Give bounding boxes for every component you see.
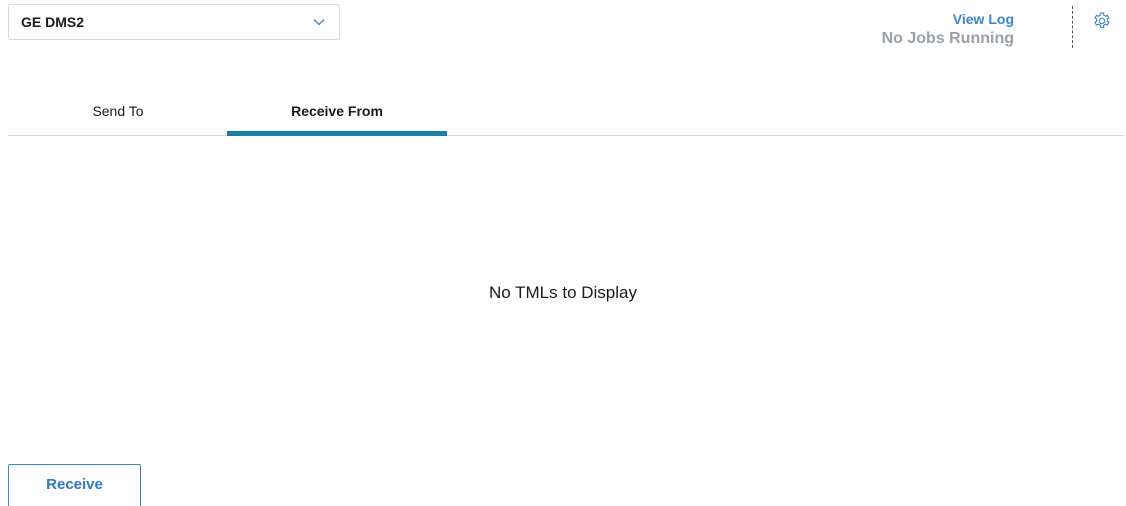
- device-dropdown[interactable]: GE DMS2: [8, 4, 340, 40]
- tab-receive-from[interactable]: Receive From: [227, 86, 447, 136]
- chevron-down-icon: [312, 15, 326, 29]
- empty-state-message: No TMLs to Display: [488, 283, 637, 302]
- tab-bar: Send To Receive From: [8, 86, 1124, 136]
- jobs-status-text: No Jobs Running: [881, 30, 1014, 47]
- tab-send-to[interactable]: Send To: [8, 86, 228, 135]
- page: GE DMS2 View Log No Jobs Running Send To…: [0, 0, 1126, 506]
- jobs-panel: View Log No Jobs Running: [882, 10, 1014, 49]
- receive-button[interactable]: Receive: [8, 464, 141, 506]
- view-log-link[interactable]: View Log: [882, 10, 1014, 28]
- gear-icon[interactable]: [1092, 11, 1112, 31]
- device-dropdown-value: GE DMS2: [21, 14, 85, 30]
- header-divider: [1072, 6, 1073, 48]
